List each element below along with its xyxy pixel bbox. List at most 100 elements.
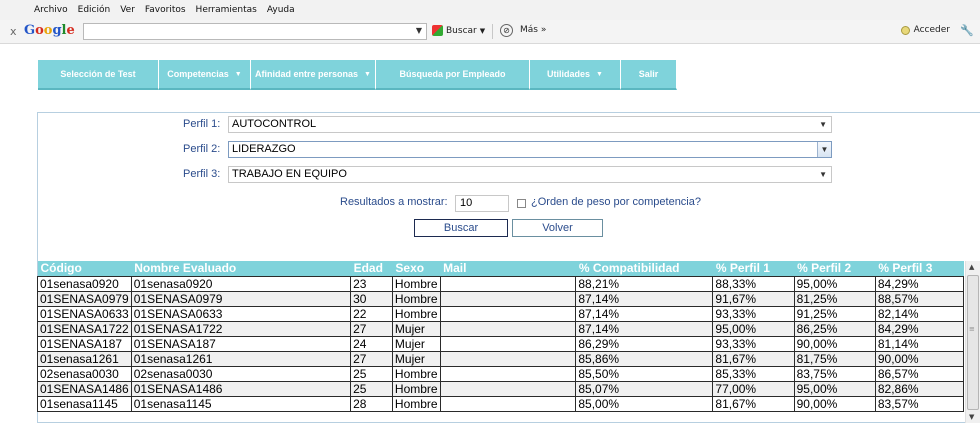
table-cell: 01SENASA0633	[37, 305, 132, 322]
table-cell: 87,14%	[575, 290, 714, 307]
column-header[interactable]: Código	[37, 261, 132, 276]
scroll-up-icon[interactable]: ▲	[969, 263, 974, 271]
table-row[interactable]: 01SENASA0633 01SENASA0633 22 Hombre 87,14% 93…	[37, 305, 965, 322]
menu-item-3[interactable]: Favoritos	[145, 5, 186, 15]
chevron-down-icon: ▼	[819, 120, 827, 129]
toolbar-more-button[interactable]: Más »	[520, 25, 546, 35]
table-cell: 95,00%	[793, 380, 876, 397]
table-row[interactable]: 01SENASA1486 01SENASA1486 25 Hombre 85,07% 77…	[37, 380, 965, 397]
table-cell: 93,33%	[712, 335, 795, 352]
nav-item-2[interactable]: Afinidad entre personas ▼	[251, 60, 376, 90]
toolbar-search-input[interactable]: ▼	[83, 23, 427, 40]
google-logo: Google	[24, 23, 75, 38]
table-row[interactable]: 01senasa0920 01senasa0920 23 Hombre 88,21% 88…	[37, 275, 965, 292]
table-row[interactable]: 01SENASA1722 01SENASA1722 27 Mujer 87,14% 95,…	[37, 320, 965, 337]
scroll-down-icon[interactable]: ▼	[969, 413, 974, 421]
table-cell: 25	[350, 380, 393, 397]
table-cell: 25	[350, 365, 393, 382]
resultados-label: Resultados a mostrar:	[340, 196, 448, 208]
chevron-down-icon: ▼	[596, 70, 603, 78]
perfil1-select[interactable]: AUTOCONTROL ▼	[228, 116, 832, 133]
perfil2-select[interactable]: LIDERAZGO ▼	[228, 141, 832, 158]
chevron-down-icon: ▼	[479, 26, 486, 35]
resultados-input[interactable]: 10	[455, 195, 509, 212]
table-cell: 01SENASA0979	[130, 290, 352, 307]
table-cell: Mujer	[391, 350, 441, 367]
table-cell: 22	[350, 305, 393, 322]
table-cell: 88,33%	[712, 275, 795, 292]
table-row[interactable]: 01SENASA0979 01SENASA0979 30 Hombre 87,14% 91…	[37, 290, 965, 307]
column-header[interactable]: Nombre Evaluado	[131, 261, 351, 276]
toolbar-search-button[interactable]: Buscar ▼	[432, 25, 485, 36]
table-row[interactable]: 01SENASA187 01SENASA187 24 Mujer 86,29% 93,33…	[37, 335, 965, 352]
nav-item-4[interactable]: Utilidades ▼	[530, 60, 621, 90]
chevron-down-icon: ▼	[364, 70, 371, 78]
table-cell: 23	[350, 275, 393, 292]
table-cell: Hombre	[391, 290, 441, 307]
table-cell: 30	[350, 290, 393, 307]
table-cell: 01SENASA187	[130, 335, 352, 352]
column-header[interactable]: % Perfil 2	[794, 261, 876, 276]
scrollbar-thumb[interactable]	[967, 275, 979, 410]
perfil1-label: Perfil 1:	[183, 118, 221, 130]
buscar-button[interactable]: Buscar	[414, 219, 508, 237]
menu-item-5[interactable]: Ayuda	[267, 5, 295, 15]
menu-item-1[interactable]: Edición	[78, 5, 111, 15]
column-header[interactable]: % Perfil 3	[875, 261, 964, 276]
table-cell: 01senasa0920	[37, 275, 132, 292]
nav-item-3[interactable]: Búsqueda por Empleado	[376, 60, 530, 90]
column-header[interactable]: Edad	[350, 261, 393, 276]
table-cell: 81,75%	[793, 350, 876, 367]
table-cell: 85,86%	[575, 350, 714, 367]
table-row[interactable]: 01senasa1261 01senasa1261 27 Mujer 85,86% 81,…	[37, 350, 965, 367]
table-cell: 01SENASA187	[37, 335, 132, 352]
table-cell: 86,57%	[874, 365, 965, 382]
signin-label: Acceder	[913, 25, 950, 35]
settings-wrench-icon[interactable]: 🔧	[960, 24, 974, 37]
table-row[interactable]: 02senasa0030 02senasa0030 25 Hombre 85,50% 85…	[37, 365, 965, 382]
nav-item-0[interactable]: Selección de Test	[38, 60, 159, 90]
column-header[interactable]: % Compatibilidad	[575, 261, 713, 276]
table-cell	[439, 395, 577, 412]
perfil1-value: AUTOCONTROL	[232, 118, 317, 130]
column-header[interactable]: Sexo	[392, 261, 441, 276]
signin-button[interactable]: Acceder	[900, 25, 950, 35]
table-cell: 84,29%	[874, 320, 965, 337]
table-row[interactable]: 01senasa1145 01senasa1145 28 Hombre 85,00% 81…	[37, 395, 965, 412]
signin-icon	[900, 25, 910, 35]
perfil3-select[interactable]: TRABAJO EN EQUIPO ▼	[228, 166, 832, 183]
table-cell: 90,00%	[793, 335, 876, 352]
chevron-down-icon[interactable]: ▼	[416, 26, 422, 35]
table-cell: 02senasa0030	[37, 365, 132, 382]
table-cell: 95,00%	[712, 320, 795, 337]
menu-item-0[interactable]: Archivo	[34, 5, 68, 15]
table-cell: 83,75%	[793, 365, 876, 382]
popup-blocker-icon[interactable]: ⊘	[500, 24, 513, 37]
table-cell: 82,14%	[874, 305, 965, 322]
table-cell: 88,57%	[874, 290, 965, 307]
column-header[interactable]: Mail	[440, 261, 576, 276]
table-cell: 01SENASA0979	[37, 290, 132, 307]
volver-button[interactable]: Volver	[512, 219, 603, 237]
column-header[interactable]: % Perfil 1	[712, 261, 795, 276]
orden-checkbox[interactable]	[517, 199, 526, 208]
table-cell	[439, 335, 577, 352]
nav-item-label: Selección de Test	[60, 69, 136, 79]
perfil3-value: TRABAJO EN EQUIPO	[232, 168, 347, 180]
table-cell: 81,25%	[793, 290, 876, 307]
menu-item-4[interactable]: Herramientas	[196, 5, 257, 15]
table-cell: Mujer	[391, 335, 441, 352]
close-toolbar-icon[interactable]: x	[10, 25, 17, 38]
table-cell	[439, 305, 577, 322]
menu-item-2[interactable]: Ver	[120, 5, 135, 15]
table-cell: 28	[350, 395, 393, 412]
table-cell: 95,00%	[793, 275, 876, 292]
table-cell: Hombre	[391, 275, 441, 292]
table-cell: 87,14%	[575, 305, 714, 322]
table-scrollbar[interactable]: ▲ ≡ ▼	[965, 261, 980, 423]
table-cell: 81,67%	[712, 350, 795, 367]
table-cell: 01SENASA0633	[130, 305, 352, 322]
table-cell: Hombre	[391, 380, 441, 397]
nav-item-5[interactable]: Salir	[621, 60, 677, 90]
nav-item-1[interactable]: Competencias ▼	[159, 60, 251, 90]
